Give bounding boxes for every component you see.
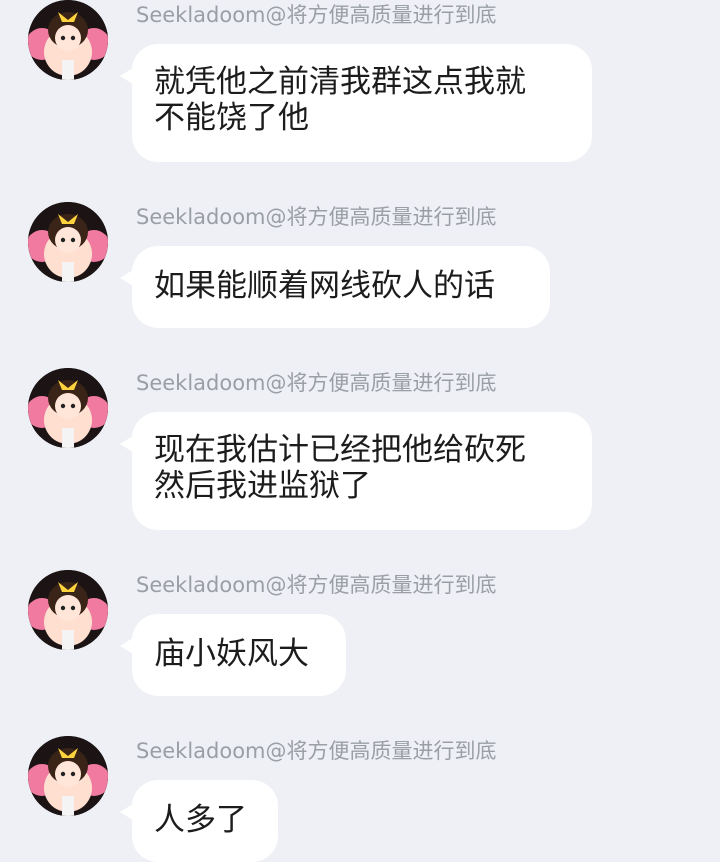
anime-girl-avatar-icon — [28, 202, 108, 282]
message-bubble[interactable]: 庙小妖风大 — [120, 614, 346, 696]
message-item: Seekladoom@将方便高质量进行到底 人多了 — [0, 736, 720, 862]
avatar[interactable] — [28, 736, 108, 816]
anime-girl-avatar-icon — [28, 736, 108, 816]
avatar[interactable] — [28, 570, 108, 650]
sender-name: Seekladoom@将方便高质量进行到底 — [136, 739, 497, 763]
message-text: 人多了 — [154, 802, 247, 838]
message-item: Seekladoom@将方便高质量进行到底 如果能顺着网线砍人的话 — [0, 202, 720, 332]
anime-girl-avatar-icon — [28, 570, 108, 650]
sender-name: Seekladoom@将方便高质量进行到底 — [136, 3, 497, 27]
message-text: 如果能顺着网线砍人的话 — [154, 268, 495, 304]
sender-name: Seekladoom@将方便高质量进行到底 — [136, 371, 497, 395]
anime-girl-avatar-icon — [28, 368, 108, 448]
sender-name: Seekladoom@将方便高质量进行到底 — [136, 573, 497, 597]
message-bubble[interactable]: 人多了 — [120, 780, 278, 862]
message-text: 庙小妖风大 — [154, 636, 309, 672]
message-item: Seekladoom@将方便高质量进行到底 庙小妖风大 — [0, 570, 720, 700]
avatar[interactable] — [28, 202, 108, 282]
message-text: 现在我估计已经把他给砍死 然后我进监狱了 — [154, 432, 526, 504]
message-bubble[interactable]: 现在我估计已经把他给砍死 然后我进监狱了 — [120, 412, 592, 530]
message-item: Seekladoom@将方便高质量进行到底 就凭他之前清我群这点我就 不能饶了他 — [0, 0, 720, 170]
anime-girl-avatar-icon — [28, 0, 108, 80]
message-item: Seekladoom@将方便高质量进行到底 现在我估计已经把他给砍死 然后我进监… — [0, 368, 720, 538]
avatar[interactable] — [28, 0, 108, 80]
avatar[interactable] — [28, 368, 108, 448]
message-bubble[interactable]: 就凭他之前清我群这点我就 不能饶了他 — [120, 44, 592, 162]
sender-name: Seekladoom@将方便高质量进行到底 — [136, 205, 497, 229]
message-bubble[interactable]: 如果能顺着网线砍人的话 — [120, 246, 550, 328]
chat-message-list[interactable]: Seekladoom@将方便高质量进行到底 就凭他之前清我群这点我就 不能饶了他… — [0, 0, 720, 862]
message-text: 就凭他之前清我群这点我就 不能饶了他 — [154, 64, 526, 136]
